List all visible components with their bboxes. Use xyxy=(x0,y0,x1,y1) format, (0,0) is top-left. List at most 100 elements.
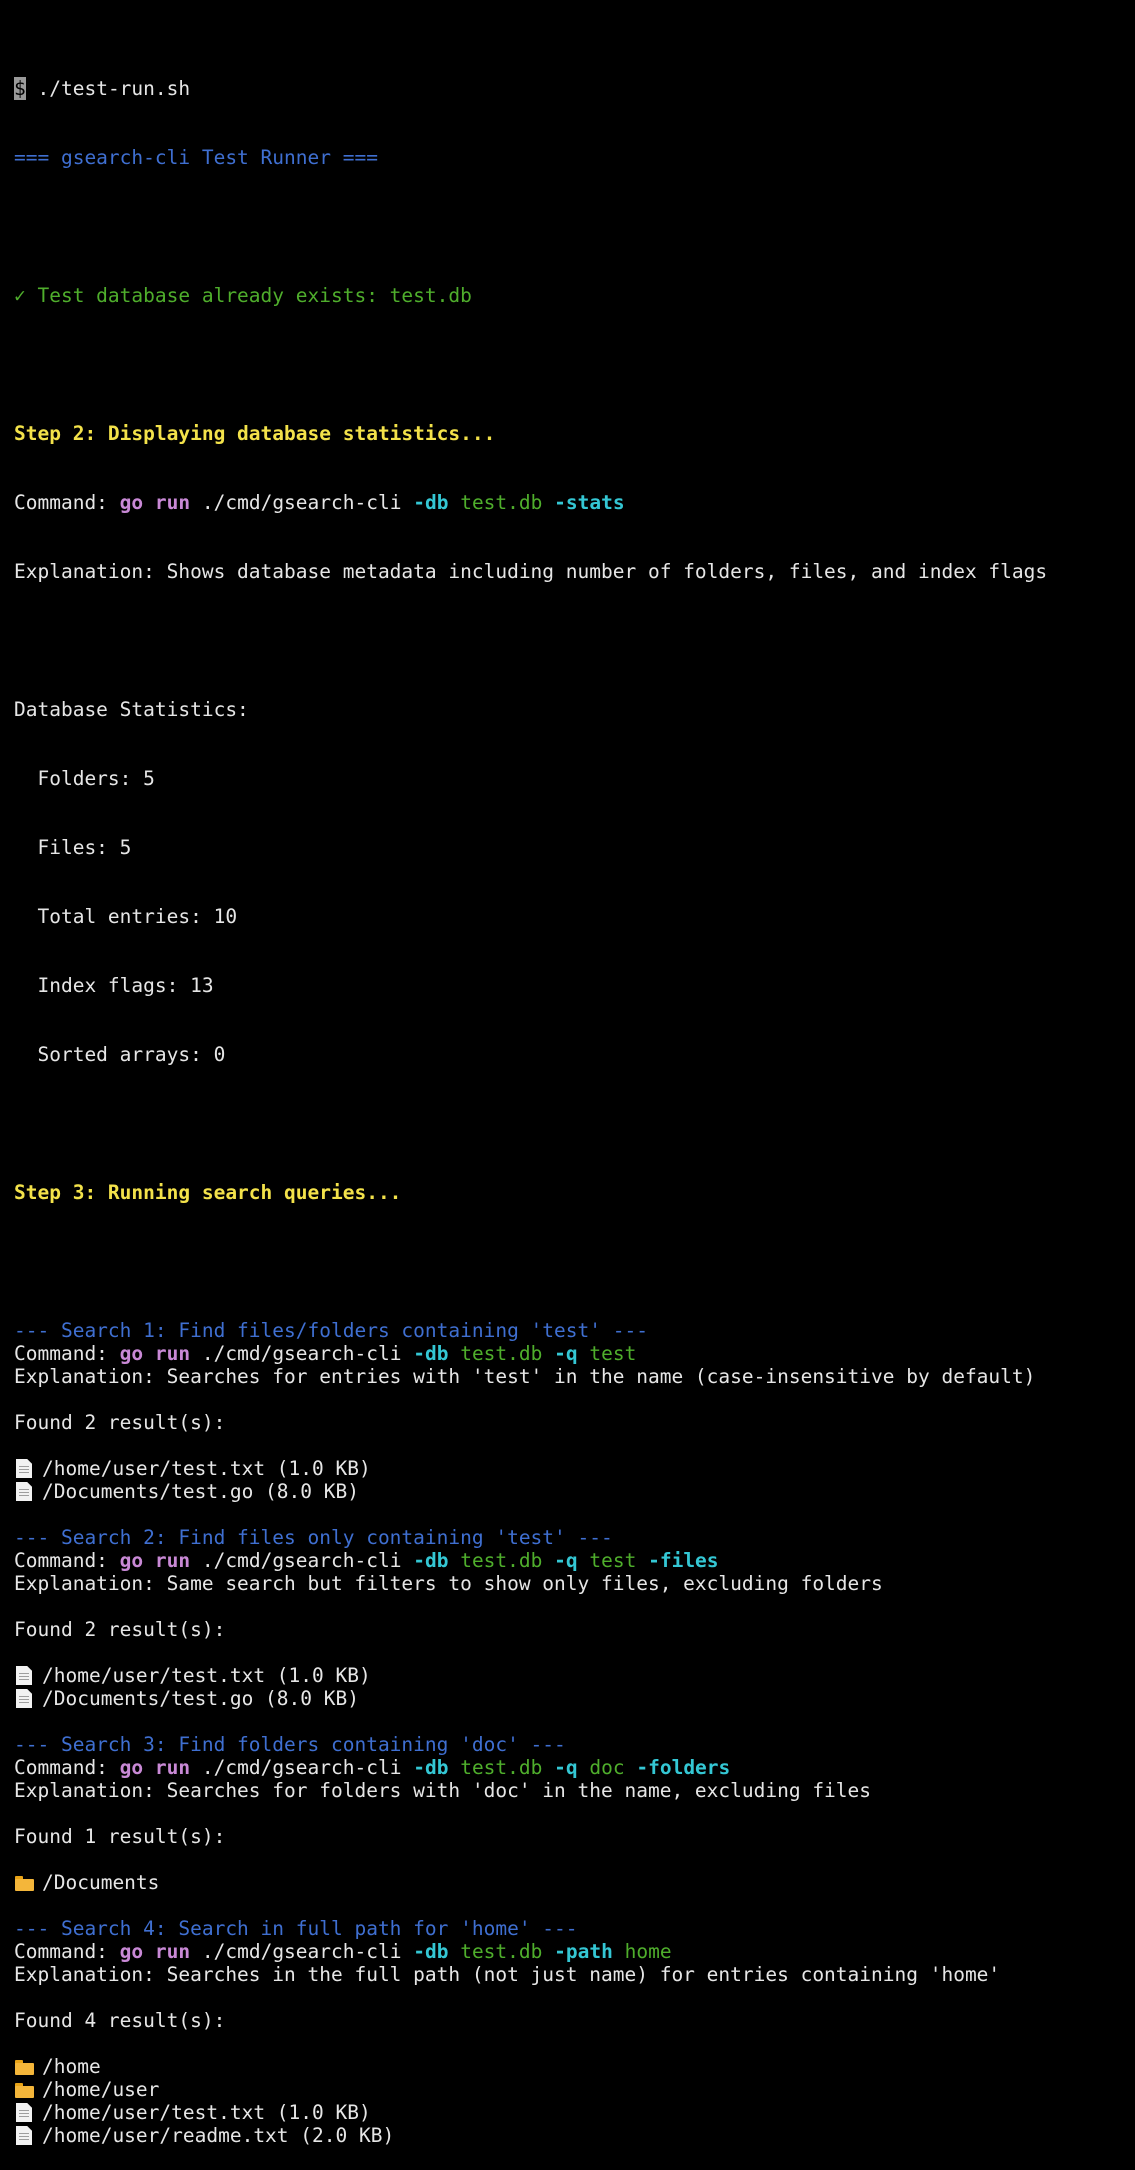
search-title: --- Search 3: Find folders containing 'd… xyxy=(14,1733,566,1756)
db-flag: -db xyxy=(413,1342,449,1365)
go-run-keyword: go run xyxy=(119,1549,191,1572)
file-icon xyxy=(14,1664,42,1687)
result-item: /home/user/test.txt (1.0 KB) xyxy=(14,1457,1129,1480)
search-explanation: Explanation: Searches for folders with '… xyxy=(14,1779,872,1802)
result-item: /home/user/test.txt (1.0 KB) xyxy=(14,2101,1129,2124)
result-item: /home/user xyxy=(14,2078,1129,2101)
file-icon xyxy=(14,1480,42,1503)
db-flag: -db xyxy=(413,491,449,514)
step2-explanation: Explanation: Shows database metadata inc… xyxy=(14,560,1048,583)
stats-flag: -stats xyxy=(554,491,625,514)
search-title: --- Search 4: Search in full path for 'h… xyxy=(14,1917,578,1940)
file-icon xyxy=(14,2101,42,2124)
result-path: /home/user/test.txt (1.0 KB) xyxy=(42,2101,371,2124)
db-arg: test.db xyxy=(460,1549,543,1572)
stats-index-flags: Index flags: 13 xyxy=(14,974,214,997)
command-label: Command: xyxy=(14,491,108,514)
terminal-output: $ ./test-run.sh === gsearch-cli Test Run… xyxy=(14,31,1129,2170)
query-arg: home xyxy=(624,1940,672,1963)
result-path: /home/user/readme.txt (2.0 KB) xyxy=(42,2124,395,2147)
binary-path: ./cmd/gsearch-cli xyxy=(201,1342,402,1365)
search-command-line: Command: go run ./cmd/gsearch-cli -db te… xyxy=(14,1549,1129,1572)
search-explanation: Explanation: Same search but filters to … xyxy=(14,1572,883,1595)
prompt-symbol: $ xyxy=(14,77,26,100)
command-label: Command: xyxy=(14,1549,108,1572)
query-flag: -q xyxy=(554,1342,578,1365)
result-path: /Documents/test.go (8.0 KB) xyxy=(42,1480,359,1503)
command-label: Command: xyxy=(14,1940,108,1963)
db-arg: test.db xyxy=(460,491,543,514)
search-command-line: Command: go run ./cmd/gsearch-cli -db te… xyxy=(14,1342,1129,1365)
folder-icon xyxy=(14,1871,42,1894)
binary-path: ./cmd/gsearch-cli xyxy=(201,491,402,514)
stats-title: Database Statistics: xyxy=(14,698,249,721)
step3-title: Step 3: Running search queries... xyxy=(14,1181,402,1204)
query-arg: test xyxy=(589,1342,637,1365)
db-flag: -db xyxy=(413,1940,449,1963)
query-arg: test xyxy=(589,1549,637,1572)
results-count: Found 1 result(s): xyxy=(14,1825,226,1848)
runner-header: === gsearch-cli Test Runner === xyxy=(14,146,378,169)
binary-path: ./cmd/gsearch-cli xyxy=(201,1940,402,1963)
search-explanation: Explanation: Searches in the full path (… xyxy=(14,1963,1001,1986)
prompt-command: ./test-run.sh xyxy=(37,77,191,100)
search-command-line: Command: go run ./cmd/gsearch-cli -db te… xyxy=(14,1940,1129,1963)
result-path: /Documents/test.go (8.0 KB) xyxy=(42,1687,359,1710)
binary-path: ./cmd/gsearch-cli xyxy=(201,1756,402,1779)
db-arg: test.db xyxy=(460,1940,543,1963)
db-flag: -db xyxy=(413,1549,449,1572)
query-arg: doc xyxy=(589,1756,625,1779)
search-command-line: Command: go run ./cmd/gsearch-cli -db te… xyxy=(14,1756,1129,1779)
results-count: Found 4 result(s): xyxy=(14,2009,226,2032)
filter-flag: -files xyxy=(648,1549,719,1572)
folder-icon xyxy=(14,2055,42,2078)
query-flag: -q xyxy=(554,1549,578,1572)
result-item: /home/user/test.txt (1.0 KB) xyxy=(14,1664,1129,1687)
db-flag: -db xyxy=(413,1756,449,1779)
go-run-keyword: go run xyxy=(119,1756,191,1779)
search-sections: --- Search 1: Find files/folders contain… xyxy=(14,1319,1129,2147)
db-arg: test.db xyxy=(460,1756,543,1779)
file-icon xyxy=(14,1687,42,1710)
result-path: /home/user/test.txt (1.0 KB) xyxy=(42,1664,371,1687)
result-path: /home/user xyxy=(42,2078,160,2101)
results-count: Found 2 result(s): xyxy=(14,1411,226,1434)
result-item: /Documents/test.go (8.0 KB) xyxy=(14,1687,1129,1710)
result-item: /Documents/test.go (8.0 KB) xyxy=(14,1480,1129,1503)
step2-title: Step 2: Displaying database statistics..… xyxy=(14,422,496,445)
stats-total-entries: Total entries: 10 xyxy=(14,905,238,928)
db-arg: test.db xyxy=(460,1342,543,1365)
file-icon xyxy=(14,1457,42,1480)
results-count: Found 2 result(s): xyxy=(14,1618,226,1641)
folder-icon xyxy=(14,2078,42,2101)
query-flag: -q xyxy=(554,1756,578,1779)
stats-sorted-arrays: Sorted arrays: 0 xyxy=(14,1043,226,1066)
command-label: Command: xyxy=(14,1756,108,1779)
result-item: /Documents xyxy=(14,1871,1129,1894)
go-run-keyword: go run xyxy=(119,1940,191,1963)
stats-files: Files: 5 xyxy=(14,836,132,859)
search-title: --- Search 1: Find files/folders contain… xyxy=(14,1319,648,1342)
prompt-line: $ ./test-run.sh xyxy=(14,77,1129,100)
search-title: --- Search 2: Find files only containing… xyxy=(14,1526,613,1549)
command-label: Command: xyxy=(14,1342,108,1365)
db-exists-message: ✓ Test database already exists: test.db xyxy=(14,284,472,307)
step2-command-line: Command: go run ./cmd/gsearch-cli -db te… xyxy=(14,491,1129,514)
stats-folders: Folders: 5 xyxy=(14,767,155,790)
go-run-keyword: go run xyxy=(119,491,191,514)
